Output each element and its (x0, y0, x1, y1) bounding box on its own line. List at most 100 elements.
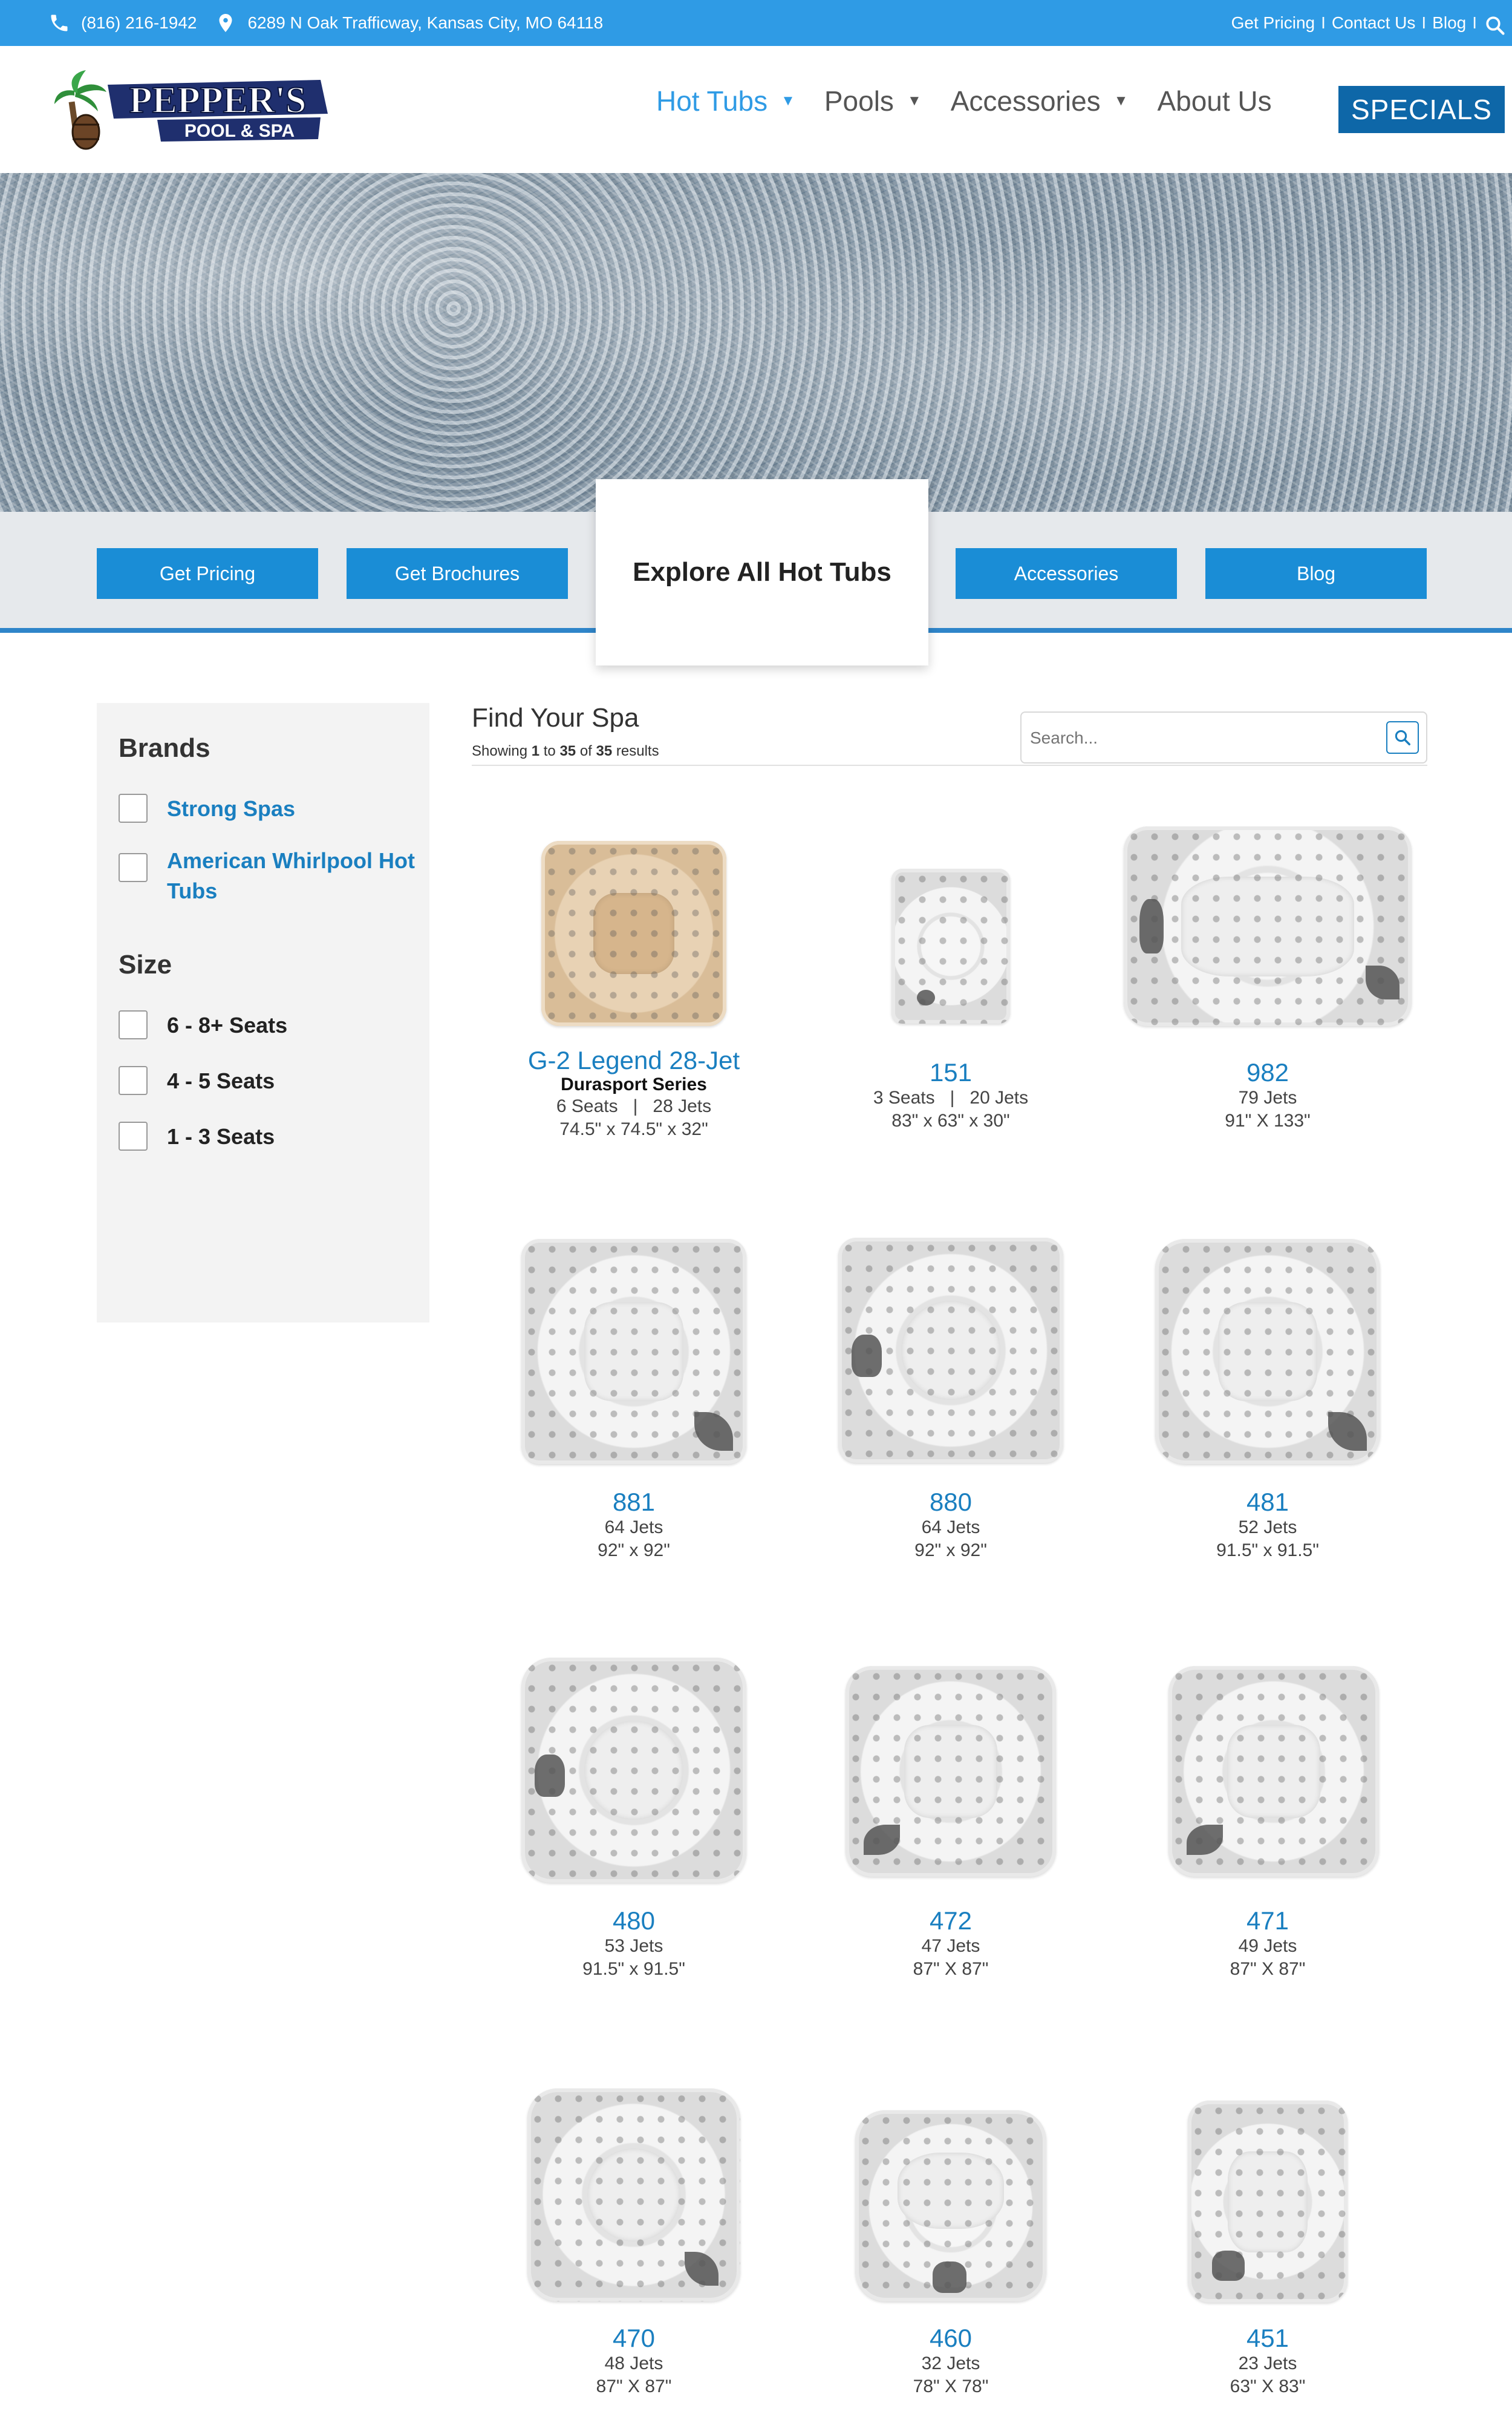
product-card[interactable]: G-2 Legend 28-Jet Durasport Series 6 Sea… (477, 835, 791, 1162)
filter-size-1-3-seats[interactable]: 1 - 3 Seats (119, 1122, 275, 1152)
explore-all-hot-tubs-tab[interactable]: Explore All Hot Tubs (596, 479, 928, 666)
showing-prefix: Showing (472, 743, 528, 759)
product-name[interactable]: 880 (793, 1488, 1108, 1516)
product-image[interactable] (1155, 1239, 1380, 1464)
showing-total: 35 (596, 743, 613, 759)
product-series: Durasport Series (561, 1074, 707, 1094)
nav-item-about-us[interactable]: About Us (1157, 85, 1271, 117)
filter-size-4-5-seats[interactable]: 4 - 5 Seats (119, 1066, 275, 1096)
filter-brand-strong-spas[interactable]: Strong Spas (119, 794, 295, 824)
product-name[interactable]: 982 (1110, 1059, 1425, 1087)
spa-jets (1124, 826, 1412, 1026)
filter-sidebar: Brands Strong Spas American Whirlpool Ho… (97, 703, 429, 1323)
spa-jets (891, 869, 1010, 1024)
spa-seat (535, 1754, 565, 1797)
showing-to-word: to (543, 743, 556, 759)
top-link-separator: I (1472, 13, 1477, 32)
nav-label-pools: Pools (824, 85, 894, 117)
filter-label: Strong Spas (167, 796, 296, 821)
nav-item-hot-tubs[interactable]: Hot Tubs ▼ (656, 85, 795, 117)
product-image[interactable] (838, 1238, 1063, 1463)
results-divider (472, 765, 1427, 766)
top-link-contact-us[interactable]: Contact Us (1332, 13, 1416, 33)
spa-seat (1139, 899, 1164, 953)
spa-seat (917, 990, 935, 1006)
product-dimensions: 92" x 92" (914, 1540, 987, 1560)
product-card[interactable]: 471 49 Jets 87" X 87" (1110, 1652, 1425, 1990)
spa-seat (852, 1335, 882, 1377)
product-name[interactable]: 151 (793, 1059, 1108, 1087)
product-card[interactable]: 470 48 Jets 87" X 87" (477, 2081, 791, 2408)
product-image[interactable] (521, 1658, 746, 1883)
peppers-logo[interactable]: PEPPER'S POOL & SPA (54, 67, 333, 151)
product-card[interactable]: 881 64 Jets 92" x 92" (477, 1234, 791, 1573)
blog-button[interactable]: Blog (1205, 548, 1427, 599)
hero-texture (0, 173, 1512, 512)
product-name[interactable]: 471 (1110, 1907, 1425, 1935)
product-card[interactable]: 880 64 Jets 92" x 92" (793, 1234, 1108, 1573)
product-card[interactable]: 481 52 Jets 91.5" x 91.5" (1110, 1234, 1425, 1573)
logo-subtitle: POOL & SPA (184, 121, 295, 141)
product-image[interactable] (1124, 826, 1412, 1026)
nav-item-accessories[interactable]: Accessories ▼ (951, 85, 1129, 117)
product-card[interactable]: 451 23 Jets 63" X 83" (1110, 2081, 1425, 2408)
product-image[interactable] (521, 1239, 746, 1464)
specials-button[interactable]: SPECIALS (1338, 86, 1505, 133)
checkbox[interactable] (119, 1010, 148, 1039)
nav-item-pools[interactable]: Pools ▼ (824, 85, 922, 117)
product-image[interactable] (541, 841, 726, 1026)
checkbox[interactable] (119, 794, 148, 823)
product-image[interactable] (527, 2088, 740, 2301)
main-nav: Hot Tubs ▼ Pools ▼ Accessories ▼ About U… (656, 85, 1272, 117)
product-image[interactable] (1188, 2101, 1347, 2303)
store-address[interactable]: 6289 N Oak Trafficway, Kansas City, MO 6… (247, 13, 603, 33)
product-name[interactable]: 470 (477, 2324, 791, 2352)
product-card[interactable]: 982 79 Jets 91" X 133" (1110, 823, 1425, 1137)
checkbox[interactable] (119, 1122, 148, 1151)
filter-size-6-8-seats[interactable]: 6 - 8+ Seats (119, 1010, 287, 1041)
product-name[interactable]: 472 (793, 1907, 1108, 1935)
product-card[interactable]: 472 47 Jets 87" X 87" (793, 1652, 1108, 1990)
product-card[interactable]: 480 53 Jets 91.5" x 91.5" (477, 1652, 791, 1990)
spa-search (1020, 711, 1427, 764)
search-icon (1395, 730, 1410, 745)
product-name[interactable]: 480 (477, 1907, 791, 1935)
checkbox[interactable] (119, 1066, 148, 1095)
product-spec: 3 Seats | 20 Jets (873, 1088, 1029, 1108)
checkbox[interactable] (119, 853, 148, 882)
search-icon[interactable] (1484, 15, 1506, 36)
product-card[interactable]: 151 3 Seats | 20 Jets 83" x 63" x 30" (793, 835, 1108, 1150)
nav-label-about-us: About Us (1157, 85, 1272, 117)
product-dimensions: 78" X 78" (913, 2376, 989, 2396)
hero-water-image (0, 173, 1512, 512)
product-spec: 53 Jets (604, 1936, 663, 1956)
product-name[interactable]: 481 (1110, 1488, 1425, 1516)
top-bar: (816) 216-1942 6289 N Oak Trafficway, Ka… (0, 0, 1512, 46)
product-name[interactable]: 881 (477, 1488, 791, 1516)
phone-number[interactable]: (816) 216-1942 (81, 13, 197, 33)
search-submit-button[interactable] (1386, 721, 1419, 754)
product-dimensions: 83" x 63" x 30" (891, 1111, 1010, 1131)
product-card[interactable]: 460 32 Jets 78" X 78" (793, 2081, 1108, 2408)
product-image[interactable] (1168, 1666, 1379, 1877)
product-name[interactable]: 460 (793, 2324, 1108, 2352)
accessories-button[interactable]: Accessories (956, 548, 1177, 599)
top-link-blog[interactable]: Blog (1432, 13, 1466, 33)
product-spec: 23 Jets (1238, 2353, 1297, 2373)
product-image[interactable] (891, 869, 1010, 1024)
get-pricing-button[interactable]: Get Pricing (97, 548, 318, 599)
search-input[interactable] (1030, 722, 1369, 754)
product-image[interactable] (855, 2110, 1046, 2301)
product-name[interactable]: 451 (1110, 2324, 1425, 2352)
get-brochures-button[interactable]: Get Brochures (347, 548, 568, 599)
top-link-get-pricing[interactable]: Get Pricing (1231, 13, 1315, 33)
product-image[interactable] (846, 1666, 1056, 1877)
product-spec: 64 Jets (921, 1517, 980, 1537)
product-spec: 49 Jets (1238, 1936, 1297, 1956)
product-name[interactable]: G-2 Legend 28-Jet (477, 1047, 791, 1074)
location-pin-icon (219, 14, 232, 32)
top-link-separator: I (1421, 13, 1427, 32)
nav-label-hot-tubs: Hot Tubs (656, 85, 768, 117)
brands-heading: Brands (119, 733, 210, 763)
filter-brand-american-whirlpool[interactable]: American Whirlpool Hot Tubs (119, 846, 415, 906)
